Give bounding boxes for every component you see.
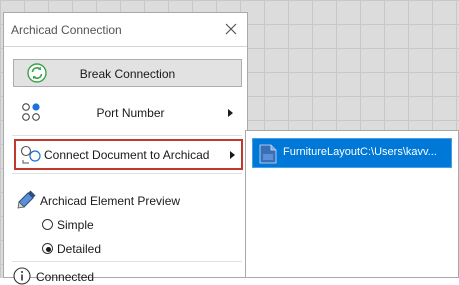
connection-status: Connected [36,270,95,284]
radio-simple-label: Simple [57,218,94,232]
break-connection-button[interactable]: Break Connection [13,59,242,87]
connect-document-menu-item[interactable]: Connect Document to Archicad [14,139,243,170]
chevron-right-icon [230,151,235,159]
connect-circles-icon [20,145,41,164]
break-connection-label: Break Connection [79,67,176,81]
port-number-label: Port Number [96,106,165,120]
close-icon [225,23,237,35]
close-button[interactable] [221,19,241,39]
title-bar: Archicad Connection [4,13,247,47]
divider [12,173,242,174]
chevron-right-icon [228,109,233,117]
radio-circle [42,219,53,230]
radio-selected-dot [46,247,51,252]
element-preview-label: Archicad Element Preview [40,194,181,208]
submenu-item-label: FurnitureLayoutC:\Users\kavv... [283,146,437,158]
pencil-eraser-icon [17,190,36,209]
submenu-item-document[interactable]: FurnitureLayoutC:\Users\kavv... [252,138,452,168]
panel-title: Archicad Connection [11,23,122,37]
port-number-menu-item[interactable]: Port Number [4,93,247,133]
archicad-connection-panel: Archicad Connection Break Connection Por… [3,12,248,285]
radio-detailed-label: Detailed [57,242,102,256]
divider [12,261,242,262]
info-icon [13,267,31,285]
connect-document-label: Connect Document to Archicad [44,148,210,162]
connect-document-submenu: FurnitureLayoutC:\Users\kavv... [245,130,459,278]
divider [12,135,242,136]
radio-circle [42,243,53,254]
document-icon [259,144,277,164]
